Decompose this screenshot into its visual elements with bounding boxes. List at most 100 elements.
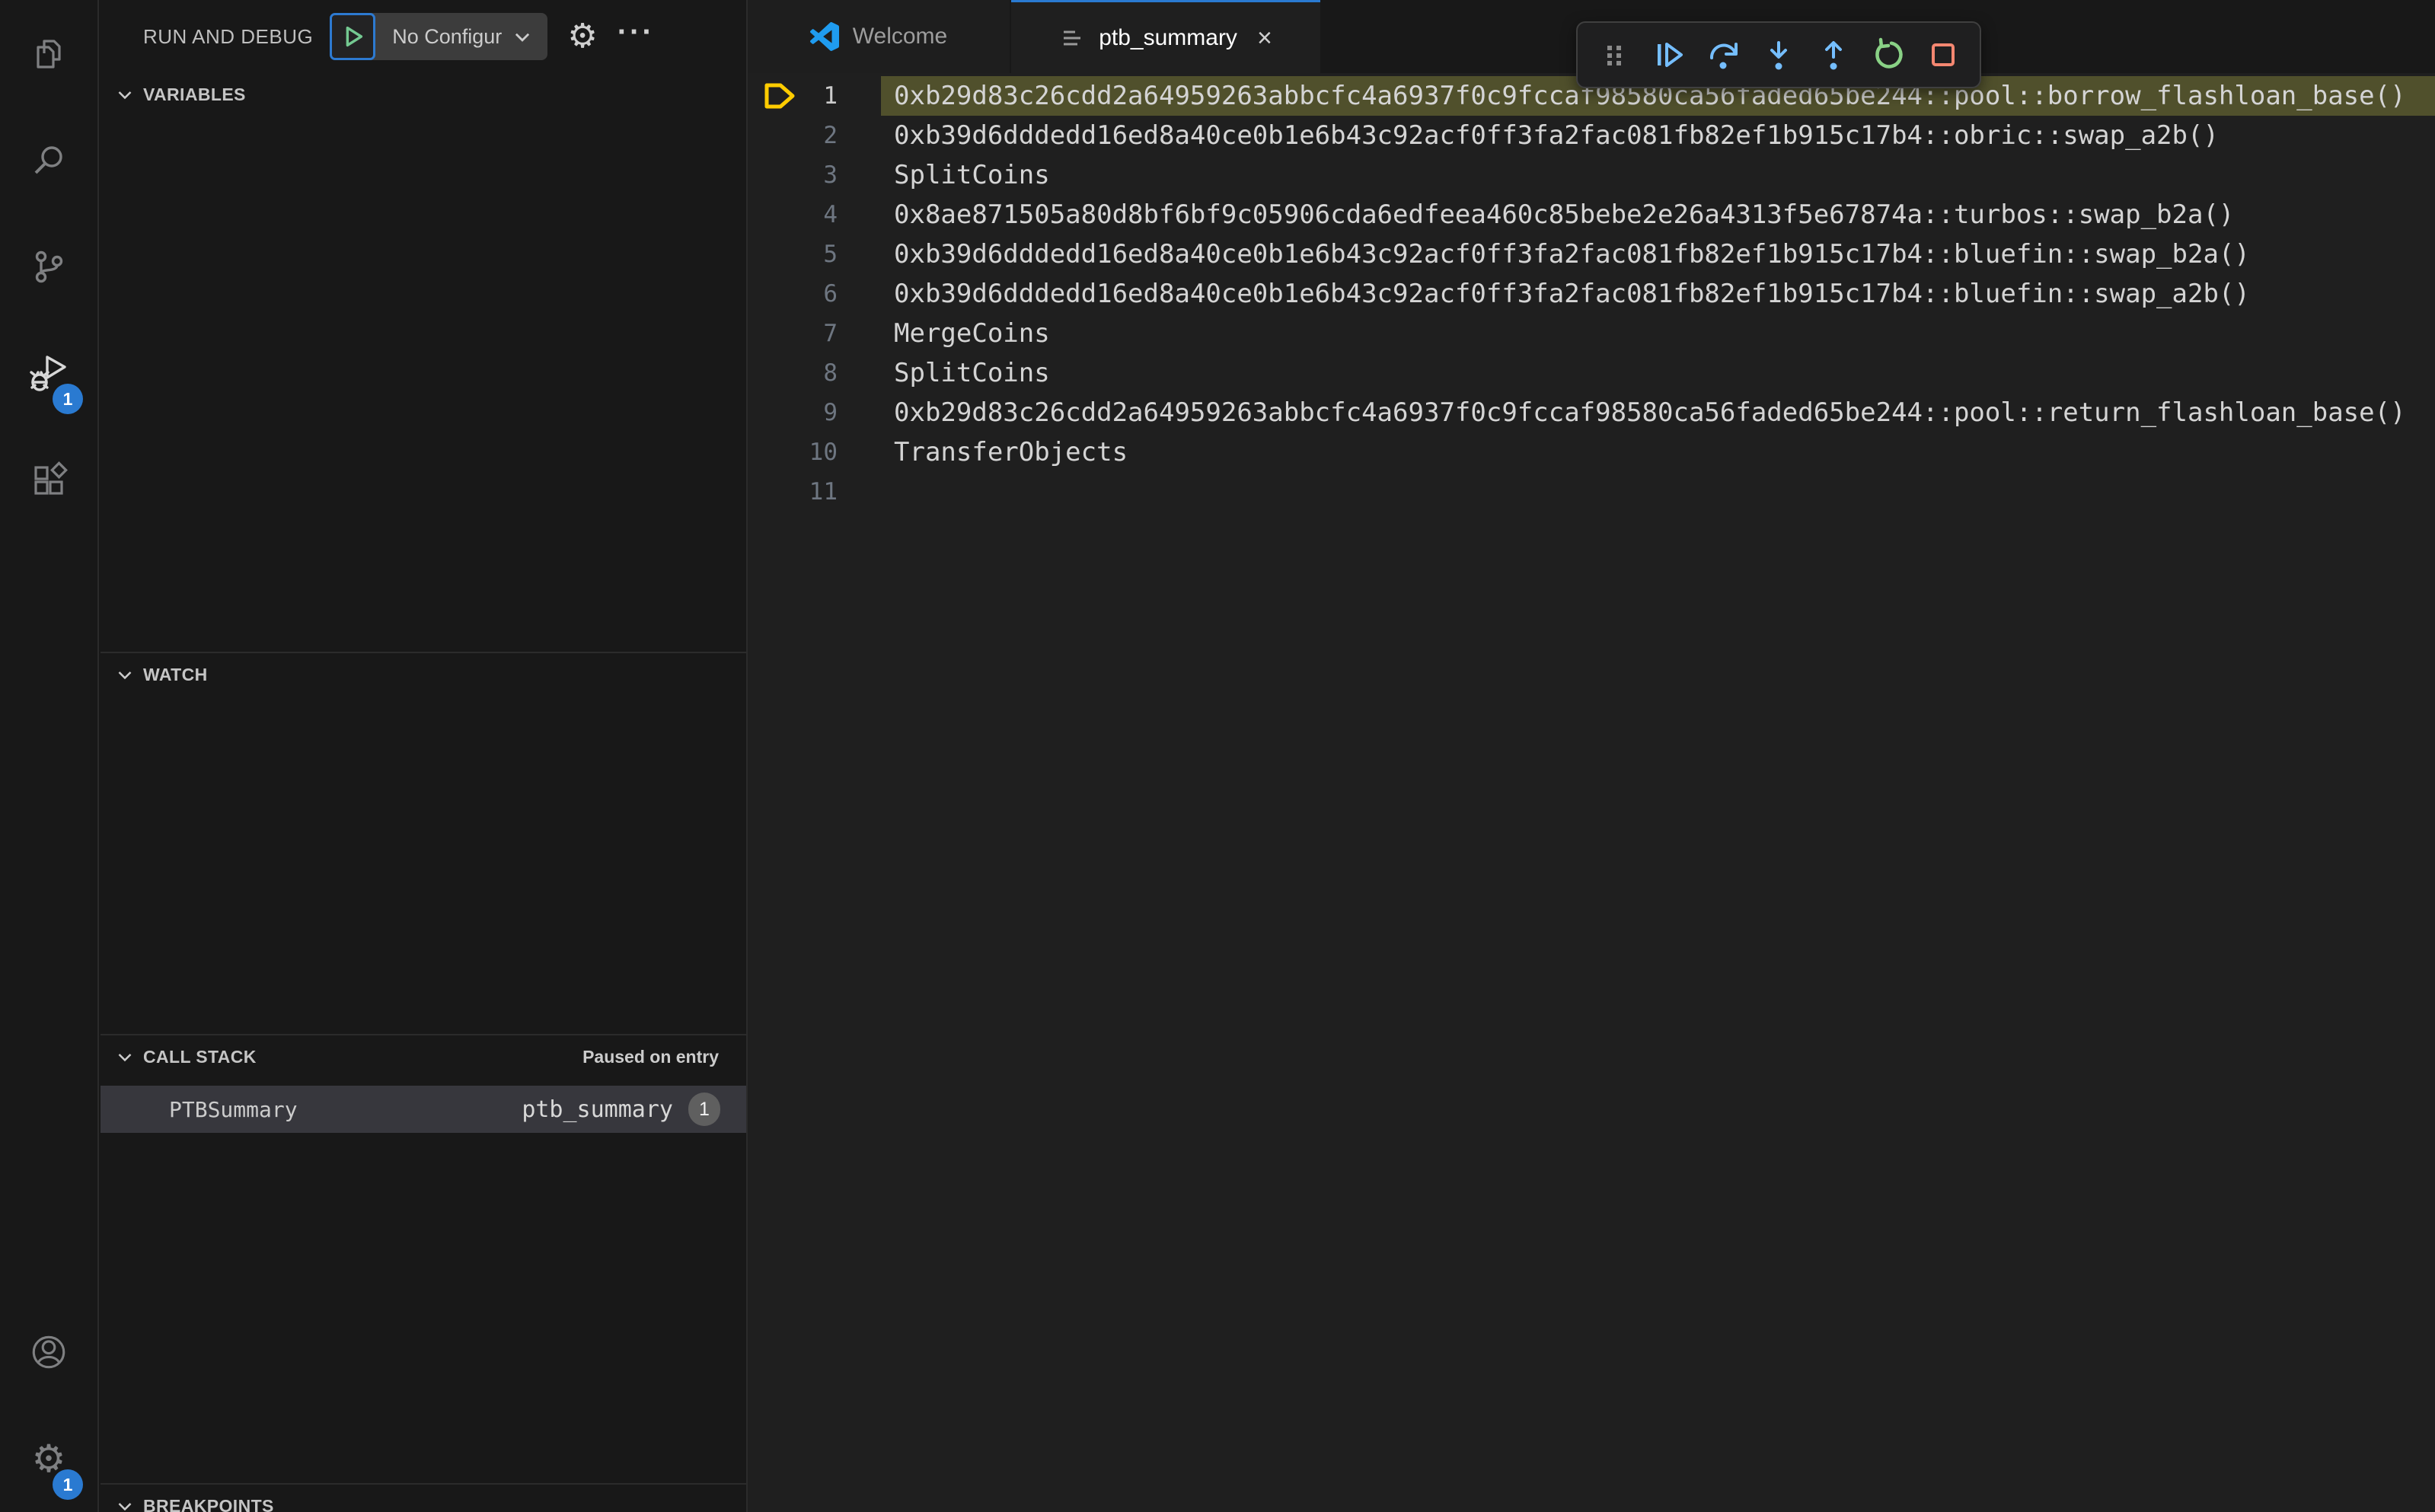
chevron-down-icon [515, 33, 530, 42]
line-number[interactable]: 8 [801, 353, 838, 393]
toolbar-drag-handle[interactable] [1590, 30, 1639, 79]
tab-ptb-summary[interactable]: ptb_summary × [1011, 0, 1320, 73]
source-control-icon [29, 247, 69, 286]
start-debugging-button[interactable] [330, 13, 376, 60]
chevron-down-icon [118, 1054, 132, 1062]
more-actions-icon[interactable]: ··· [618, 15, 655, 59]
code-text[interactable] [881, 472, 2435, 512]
line-number[interactable]: 7 [801, 314, 838, 353]
activity-item-settings[interactable]: ⚙ 1 [0, 1405, 98, 1512]
stop-button[interactable] [1919, 30, 1967, 79]
line-number[interactable]: 10 [801, 432, 838, 472]
extensions-icon [29, 460, 69, 499]
debug-badge: 1 [53, 384, 83, 414]
call-stack-section: CALL STACK Paused on entry PTBSummary pt… [101, 1034, 746, 1483]
variables-section-header[interactable]: VARIABLES [101, 73, 746, 116]
code-text[interactable]: 0x8ae871505a80d8bf6bf9c05906cda6edfeea46… [881, 195, 2435, 234]
step-over-icon [1709, 43, 1738, 69]
activity-item-source-control[interactable] [0, 213, 98, 320]
sidebar-header: RUN AND DEBUG No Configur ⚙ ··· [101, 0, 746, 73]
thread-count-badge: 1 [688, 1093, 720, 1126]
tab-welcome[interactable]: Welcome [748, 0, 1011, 73]
code-line[interactable]: 8 SplitCoins [748, 353, 2435, 393]
code-line[interactable]: 4 0x8ae871505a80d8bf6bf9c05906cda6edfeea… [748, 195, 2435, 234]
debug-current-line-arrow-icon [764, 83, 795, 109]
tab-label: Welcome [852, 24, 948, 49]
line-number[interactable]: 4 [801, 195, 838, 234]
code-line[interactable]: 2 0xb39d6dddedd16ed8a40ce0b1e6b43c92acf0… [748, 116, 2435, 155]
activity-bar: 1 ⚙ 1 [0, 0, 99, 1512]
grip-icon [1607, 46, 1621, 65]
line-number[interactable]: 1 [801, 76, 838, 116]
code-text[interactable]: 0xb39d6dddedd16ed8a40ce0b1e6b43c92acf0ff… [881, 274, 2435, 314]
call-stack-session-row[interactable]: PTBSummary ptb_summary 1 [101, 1086, 746, 1133]
close-icon[interactable]: × [1257, 25, 1272, 51]
line-number[interactable]: 5 [801, 234, 838, 274]
debug-config-dropdown[interactable]: No Configur [330, 13, 548, 60]
code-line[interactable]: 10 TransferObjects [748, 432, 2435, 472]
chevron-down-icon [118, 671, 132, 680]
code-text[interactable]: SplitCoins [881, 155, 2435, 195]
continue-button[interactable] [1645, 30, 1693, 79]
code-line[interactable]: 11 [748, 472, 2435, 512]
activity-item-extensions[interactable] [0, 426, 98, 533]
code-line[interactable]: 7 MergeCoins [748, 314, 2435, 353]
restart-icon [1875, 37, 1903, 69]
list-icon [1059, 25, 1085, 51]
sidebar-title: RUN AND DEBUG [143, 24, 314, 48]
line-number[interactable]: 6 [801, 274, 838, 314]
editor-group: Welcome ptb_summary × 1 0xb29d83c26cdd2a… [746, 0, 2435, 1512]
files-icon [29, 33, 69, 73]
session-description: ptb_summary [522, 1096, 673, 1123]
code-area: 1 0xb29d83c26cdd2a64959263abbcfc4a6937f0… [748, 73, 2435, 512]
call-stack-section-title: CALL STACK [143, 1046, 257, 1067]
code-line[interactable]: 3 SplitCoins [748, 155, 2435, 195]
variables-section: VARIABLES [101, 73, 746, 652]
vscode-logo-icon [809, 22, 839, 51]
call-stack-section-header[interactable]: CALL STACK Paused on entry [101, 1035, 746, 1078]
activity-item-accounts[interactable] [0, 1299, 98, 1405]
step-into-icon [1770, 41, 1787, 70]
line-number[interactable]: 9 [801, 393, 838, 432]
chevron-down-icon [118, 91, 132, 100]
settings-badge: 1 [53, 1469, 83, 1500]
stop-icon [1932, 43, 1955, 66]
step-out-icon [1825, 41, 1842, 70]
step-into-button[interactable] [1754, 30, 1803, 79]
session-name: PTBSummary [169, 1096, 298, 1122]
breakpoints-section-title: BREAKPOINTS [143, 1495, 274, 1512]
watch-section-title: WATCH [143, 664, 208, 684]
line-number[interactable]: 3 [801, 155, 838, 195]
code-text[interactable]: SplitCoins [881, 353, 2435, 393]
line-number[interactable]: 2 [801, 116, 838, 155]
activity-item-run-and-debug[interactable]: 1 [0, 320, 98, 426]
debug-toolbar [1576, 21, 1981, 88]
code-text[interactable]: MergeCoins [881, 314, 2435, 353]
breakpoints-section: BREAKPOINTS [101, 1483, 746, 1512]
restart-button[interactable] [1864, 30, 1913, 79]
code-text[interactable]: 0xb39d6dddedd16ed8a40ce0b1e6b43c92acf0ff… [881, 116, 2435, 155]
code-text[interactable]: TransferObjects [881, 432, 2435, 472]
step-out-button[interactable] [1809, 30, 1858, 79]
paused-status-text: Paused on entry [582, 1046, 719, 1067]
watch-section-header[interactable]: WATCH [101, 653, 746, 696]
debug-config-label: No Configur [392, 24, 503, 48]
account-icon [28, 1332, 69, 1373]
code-line[interactable]: 6 0xb39d6dddedd16ed8a40ce0b1e6b43c92acf0… [748, 274, 2435, 314]
code-text[interactable]: 0xb29d83c26cdd2a64959263abbcfc4a6937f0c9… [881, 393, 2435, 432]
debug-settings-gear-icon[interactable]: ⚙ [567, 20, 597, 53]
tab-label: ptb_summary [1099, 24, 1237, 50]
code-line[interactable]: 5 0xb39d6dddedd16ed8a40ce0b1e6b43c92acf0… [748, 234, 2435, 274]
chevron-down-icon [118, 1503, 132, 1511]
line-number[interactable]: 11 [801, 472, 838, 512]
run-and-debug-sidebar: RUN AND DEBUG No Configur ⚙ ··· VARIABLE… [101, 0, 746, 1512]
breakpoints-section-header[interactable]: BREAKPOINTS [101, 1485, 746, 1512]
activity-item-explorer[interactable] [0, 0, 98, 107]
play-icon [346, 26, 363, 47]
step-over-button[interactable] [1699, 30, 1748, 79]
variables-section-title: VARIABLES [143, 84, 246, 104]
code-line[interactable]: 9 0xb29d83c26cdd2a64959263abbcfc4a6937f0… [748, 393, 2435, 432]
watch-section: WATCH [101, 652, 746, 1034]
activity-item-search[interactable] [0, 107, 98, 213]
code-text[interactable]: 0xb39d6dddedd16ed8a40ce0b1e6b43c92acf0ff… [881, 234, 2435, 274]
